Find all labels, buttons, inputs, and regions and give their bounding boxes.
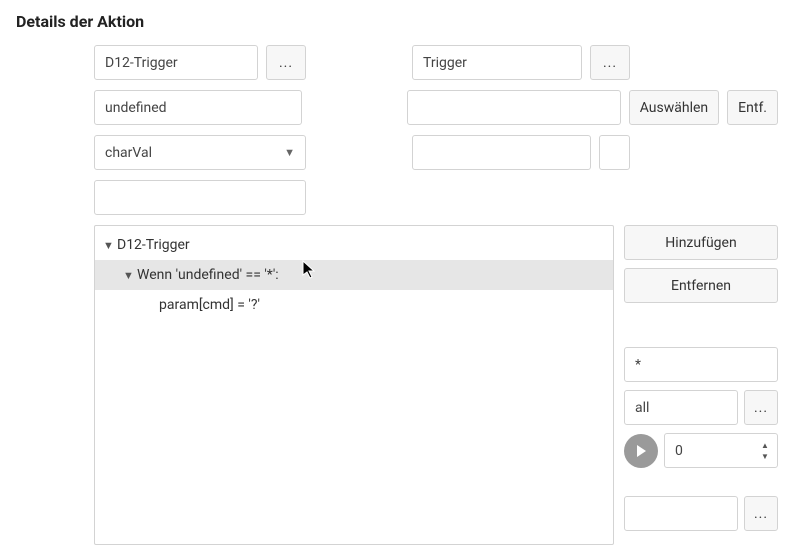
tree-root-row[interactable]: ▼ D12-Trigger	[95, 230, 613, 260]
right-empty-1-input[interactable]	[407, 90, 621, 125]
row-4	[94, 180, 778, 215]
star-input[interactable]: *	[624, 347, 778, 382]
row-3: charVal ▼	[94, 135, 778, 170]
trigger-name-input[interactable]: D12-Trigger	[94, 45, 258, 80]
play-row: 0 ▲ ▼	[624, 433, 778, 468]
tree-assign-row[interactable]: param[cmd] = '?'	[95, 290, 613, 320]
bottom-row: ...	[624, 496, 778, 531]
all-browse-button[interactable]: ...	[744, 390, 778, 425]
side-panel: Hinzufügen Entfernen * all ... 0 ▲ ▼ ...	[624, 225, 778, 545]
play-icon	[633, 443, 649, 459]
bottom-empty-input[interactable]	[624, 496, 738, 531]
remove-button[interactable]: Entfernen	[624, 268, 778, 303]
trigger-name-browse-button[interactable]: ...	[266, 45, 306, 80]
row-1: D12-Trigger ... Trigger ...	[94, 45, 778, 80]
left-empty-input[interactable]	[94, 180, 306, 215]
all-row: all ...	[624, 390, 778, 425]
trigger-label-input[interactable]: Trigger	[412, 45, 582, 80]
number-spinner-value: 0	[675, 443, 683, 459]
all-input[interactable]: all	[624, 390, 738, 425]
right-empty-2-input[interactable]	[412, 135, 591, 170]
play-button[interactable]	[624, 434, 658, 468]
spinner-up-icon[interactable]: ▲	[759, 440, 771, 450]
caret-down-icon: ▼	[103, 239, 117, 252]
tree-condition-row[interactable]: ▼ Wenn 'undefined' == '*':	[95, 260, 613, 290]
page-title: Details der Aktion	[16, 12, 778, 31]
add-button[interactable]: Hinzufügen	[624, 225, 778, 260]
remove-short-button[interactable]: Entf.	[727, 90, 778, 125]
row-2: undefined Auswählen Entf.	[94, 90, 778, 125]
select-button[interactable]: Auswählen	[629, 90, 719, 125]
main-area: ▼ D12-Trigger ▼ Wenn 'undefined' == '*':…	[94, 225, 778, 545]
tree-assign-label: param[cmd] = '?'	[159, 297, 260, 313]
tree-condition-label: Wenn 'undefined' == '*':	[137, 267, 279, 283]
tree-view[interactable]: ▼ D12-Trigger ▼ Wenn 'undefined' == '*':…	[94, 225, 614, 545]
right-empty-small-input[interactable]	[599, 135, 630, 170]
spinner-controls: ▲ ▼	[759, 440, 775, 461]
spinner-down-icon[interactable]: ▼	[759, 451, 771, 461]
trigger-label-browse-button[interactable]: ...	[590, 45, 630, 80]
tree-root-label: D12-Trigger	[117, 237, 190, 253]
undefined-input[interactable]: undefined	[94, 90, 302, 125]
charval-select-value: charVal	[105, 145, 152, 161]
caret-down-icon: ▼	[123, 269, 137, 282]
chevron-down-icon: ▼	[284, 146, 295, 159]
number-spinner[interactable]: 0 ▲ ▼	[664, 433, 778, 468]
bottom-browse-button[interactable]: ...	[744, 496, 778, 531]
charval-select[interactable]: charVal ▼	[94, 135, 306, 170]
